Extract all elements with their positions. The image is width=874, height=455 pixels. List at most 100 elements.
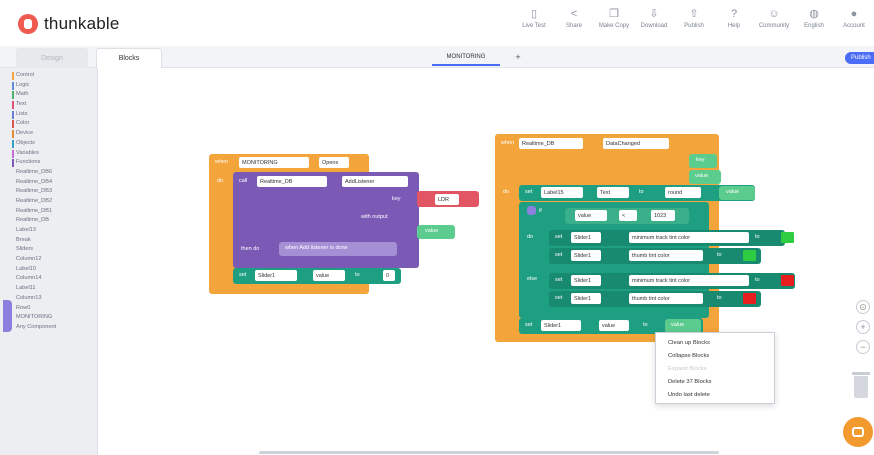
sidebar-item-realtime-db4[interactable]: Realtime_DB4 [0,178,97,188]
sidebar-item-variables[interactable]: Variables [0,149,97,159]
blocks-workspace[interactable]: when MONITORING Opens do call Realtime_D… [99,68,874,455]
phone-icon: ▯ [530,8,538,20]
sidebar-item-label: Sliders [16,246,34,253]
tab-design[interactable]: Design [16,48,88,68]
db-dropdown[interactable]: Realtime_DB [257,176,327,187]
sidebar-item-realtime-db3[interactable]: Realtime_DB3 [0,187,97,197]
sidebar-item-label: Device [16,130,34,137]
nav-publish[interactable]: ⇧ Publish [674,8,714,29]
workspace-horizontal-scrollbar[interactable] [259,451,719,454]
output-value-label: value [425,228,439,234]
nav-help[interactable]: ? Help [714,8,754,29]
publish-icon: ⇧ [689,8,699,20]
sidebar-item-any-component[interactable]: Any Component [0,323,97,333]
slider-dropdown-2[interactable]: Slider1 [571,232,601,243]
sidebar-item-column13[interactable]: Column13 [0,294,97,304]
label-dropdown[interactable]: Label15 [541,187,583,198]
nav-account[interactable]: ● Account [834,8,874,29]
slider-dropdown[interactable]: Slider1 [255,270,297,281]
nav-share[interactable]: < Share [554,8,594,29]
sidebar-item-column14[interactable]: Column14 [0,274,97,284]
when-label: when [215,159,229,165]
menu-collapse-blocks[interactable]: Collapse Blocks [656,350,774,363]
zero-value[interactable]: 0 [383,270,395,281]
sidebar-item-label13[interactable]: Label13 [0,226,97,236]
sidebar-item-row0[interactable]: Row0 [0,304,97,314]
menu-delete-blocks[interactable]: Delete 37 Blocks [656,376,774,389]
call-label: call [239,178,248,184]
sidebar-item-label: Label13 [16,227,36,233]
sidebar-collapse-handle[interactable] [3,300,12,332]
db-dropdown-2[interactable]: Realtime_DB [519,138,583,149]
event-dropdown[interactable]: Opens [319,157,349,168]
zoom-out-icon[interactable]: − [856,340,870,354]
logo[interactable]: thunkable [18,14,120,34]
publish-badge[interactable]: Publish [845,52,874,64]
red-swatch-2[interactable] [743,293,756,304]
nav-make-copy[interactable]: ❐ Make Copy [594,8,634,29]
sidebar-item-logic[interactable]: Logic [0,81,97,91]
sidebar-item-sliders[interactable]: Sliders [0,245,97,255]
category-color-bar [12,120,14,129]
key-label: key [392,196,401,202]
min-track-dropdown-2[interactable]: minimum track tint color [629,275,749,286]
slider-dropdown-6[interactable]: Slider1 [541,320,581,331]
add-screen-button[interactable]: + [512,50,524,64]
red-swatch-1[interactable] [781,275,794,286]
screen-tab-monitoring[interactable]: MONITORING [432,50,500,66]
sidebar-item-realtime-db6[interactable]: Realtime_DB6 [0,168,97,178]
value-prop-dropdown[interactable]: value [599,320,629,331]
sidebar-item-math[interactable]: Math [0,90,97,100]
sidebar-item-label10[interactable]: Label10 [0,265,97,275]
gear-icon[interactable] [527,206,536,215]
nav-community[interactable]: ☺ Community [754,8,794,29]
sidebar-item-label: Any Component [16,323,57,330]
sidebar-item-text[interactable]: Text [0,100,97,110]
thumb-dropdown-2[interactable]: thumb tint color [629,293,703,304]
prop-dropdown[interactable]: value [313,270,345,281]
round-dropdown[interactable]: round [665,187,701,198]
menu-undo-delete[interactable]: Undo last delete [656,389,774,402]
tab-blocks[interactable]: Blocks [96,48,162,68]
nav-download[interactable]: ⇩ Download [634,8,674,29]
compare-op[interactable]: < [619,210,637,221]
text-prop-dropdown[interactable]: Text [597,187,629,198]
nav-live-test[interactable]: ▯ Live Test [514,8,554,29]
sidebar-item-label11[interactable]: Label11 [0,284,97,294]
sidebar-item-column12[interactable]: Column12 [0,255,97,265]
sidebar-item-realtime-db2[interactable]: Realtime_DB2 [0,197,97,207]
sidebar-item-functions[interactable]: Functions [0,158,97,168]
green-swatch-2[interactable] [743,250,756,261]
compare-value[interactable]: value [575,210,607,221]
method-dropdown[interactable]: AddListener [342,176,408,187]
thumb-dropdown[interactable]: thumb tint color [629,250,703,261]
sidebar-item-control[interactable]: Control [0,71,97,81]
zoom-in-icon[interactable]: + [856,320,870,334]
slider-dropdown-4[interactable]: Slider1 [571,275,601,286]
menu-clean-up-blocks[interactable]: Clean up Blocks [656,337,774,350]
event-dropdown-2[interactable]: DataChanged [603,138,669,149]
to-label-3: to [755,234,760,240]
sidebar-item-label: Column13 [16,294,42,301]
nav-english[interactable]: ◍ English [794,8,834,29]
sidebar-item-realtime-db1[interactable]: Realtime_DB1 [0,207,97,217]
sidebar-item-objects[interactable]: Objects [0,139,97,149]
slider-dropdown-5[interactable]: Slider1 [571,293,601,304]
sidebar-item-break[interactable]: Break [0,236,97,246]
sidebar-item-monitoring[interactable]: MONITORING [0,313,97,323]
compare-number[interactable]: 1023 [651,210,675,221]
slider-dropdown-3[interactable]: Slider1 [571,250,601,261]
do-label-2: do [503,189,510,195]
trash-icon[interactable] [852,372,870,398]
min-track-dropdown[interactable]: minimum track tint color [629,232,749,243]
zoom-reset-icon[interactable]: ⊙ [856,300,870,314]
sidebar-item-realtime-db[interactable]: Realtime_DB [0,216,97,226]
chat-button[interactable] [843,417,873,447]
green-swatch-1[interactable] [781,232,794,243]
key-value[interactable]: LDR [435,194,459,205]
sidebar-item-color[interactable]: Color [0,119,97,129]
sidebar-item-lists[interactable]: Lists [0,110,97,120]
sidebar-item-device[interactable]: Device [0,129,97,139]
component-dropdown[interactable]: MONITORING [239,157,309,168]
to-label-6: to [717,295,722,301]
